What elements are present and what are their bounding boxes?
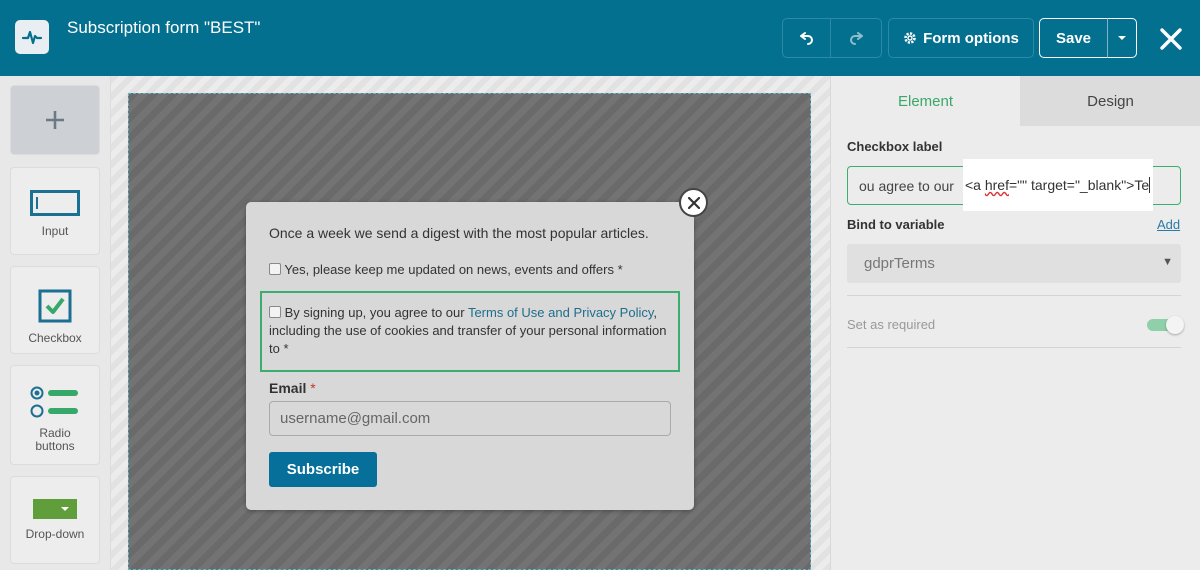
highlight-part-href: href — [984, 177, 1009, 193]
checkbox-icon — [38, 289, 72, 323]
toolbar-item-label: Checkbox — [28, 331, 82, 345]
set-required-toggle[interactable] — [1147, 316, 1184, 334]
highlight-part-b: ="" target="_blank">Te — [1008, 177, 1150, 193]
toggle-knob — [1166, 316, 1184, 334]
app-logo-icon[interactable] — [15, 20, 49, 54]
toolbar-item-label: Input — [41, 224, 69, 238]
email-label-text: Email — [269, 380, 307, 396]
chevron-down-icon — [1118, 36, 1126, 40]
updates-checkbox-row[interactable]: Yes, please keep me updated on news, eve… — [269, 262, 623, 277]
undo-icon — [799, 32, 813, 45]
tab-design[interactable]: Design — [1020, 76, 1200, 126]
chevron-down-icon: ▼ — [1162, 256, 1173, 268]
form-title: Subscription form "BEST" — [67, 18, 261, 37]
element-toolbar: Input Checkbox Radio buttons Drop-down — [0, 76, 111, 570]
variable-select-value: gdprTerms — [864, 255, 935, 272]
save-button[interactable]: Save — [1039, 18, 1108, 58]
toolbar-item-drop-down[interactable]: Drop-down — [10, 476, 100, 564]
redo-button[interactable] — [830, 18, 882, 58]
required-mark: * — [310, 380, 316, 396]
highlighted-label-text: <a href="" target="_blank">Te — [965, 177, 1151, 193]
save-dropdown-button[interactable] — [1107, 18, 1137, 58]
subscribe-button[interactable]: Subscribe — [269, 452, 377, 487]
terms-link[interactable]: Terms of Use and Privacy Policy — [468, 305, 653, 320]
top-header: Subscription form "BEST" Form options Sa… — [0, 0, 1200, 76]
radio-buttons-icon — [30, 386, 78, 418]
divider — [847, 347, 1181, 348]
form-options-label: Form options — [923, 29, 1019, 47]
redo-icon — [850, 32, 863, 45]
toolbar-item-label: Radio buttons — [35, 426, 75, 453]
gdpr-checkbox-row[interactable]: By signing up, you agree to our Terms of… — [269, 304, 674, 358]
undo-button[interactable] — [782, 18, 831, 58]
tab-element[interactable]: Element — [831, 76, 1020, 126]
form-options-button[interactable]: Form options — [888, 18, 1034, 58]
checkbox-label-title: Checkbox label — [847, 139, 943, 154]
close-icon — [1160, 28, 1182, 50]
gdpr-label-prefix: By signing up, you agree to our — [284, 305, 468, 320]
toolbar-item-checkbox[interactable]: Checkbox — [10, 266, 100, 354]
text-cursor — [1149, 177, 1151, 193]
toolbar-item-label: Drop-down — [25, 527, 85, 541]
bind-variable-title: Bind to variable — [847, 217, 945, 232]
add-element-button[interactable] — [10, 85, 100, 155]
dropdown-icon — [33, 499, 77, 519]
popup-close-button[interactable] — [679, 188, 708, 217]
plus-icon — [46, 111, 64, 129]
digest-text: Once a week we send a digest with the mo… — [269, 225, 649, 241]
input-field-icon — [30, 190, 80, 216]
divider — [847, 295, 1181, 296]
close-editor-button[interactable] — [1156, 24, 1186, 54]
updates-checkbox[interactable] — [269, 263, 281, 275]
email-placeholder: username@gmail.com — [280, 410, 431, 427]
checkbox-label-value: ou agree to our — [859, 178, 954, 194]
add-variable-link[interactable]: Add — [1157, 217, 1180, 232]
updates-checkbox-label: Yes, please keep me updated on news, eve… — [284, 262, 623, 277]
email-label: Email * — [269, 380, 316, 396]
highlight-part-a: <a — [965, 177, 985, 193]
toolbar-item-radio-buttons[interactable]: Radio buttons — [10, 365, 100, 465]
variable-select[interactable]: gdprTerms ▼ — [847, 244, 1181, 283]
email-input[interactable]: username@gmail.com — [269, 401, 671, 436]
gdpr-checkbox[interactable] — [269, 306, 281, 318]
close-icon — [687, 196, 700, 209]
toolbar-item-input[interactable]: Input — [10, 167, 100, 255]
gear-icon — [904, 32, 916, 44]
set-required-label: Set as required — [847, 317, 936, 332]
